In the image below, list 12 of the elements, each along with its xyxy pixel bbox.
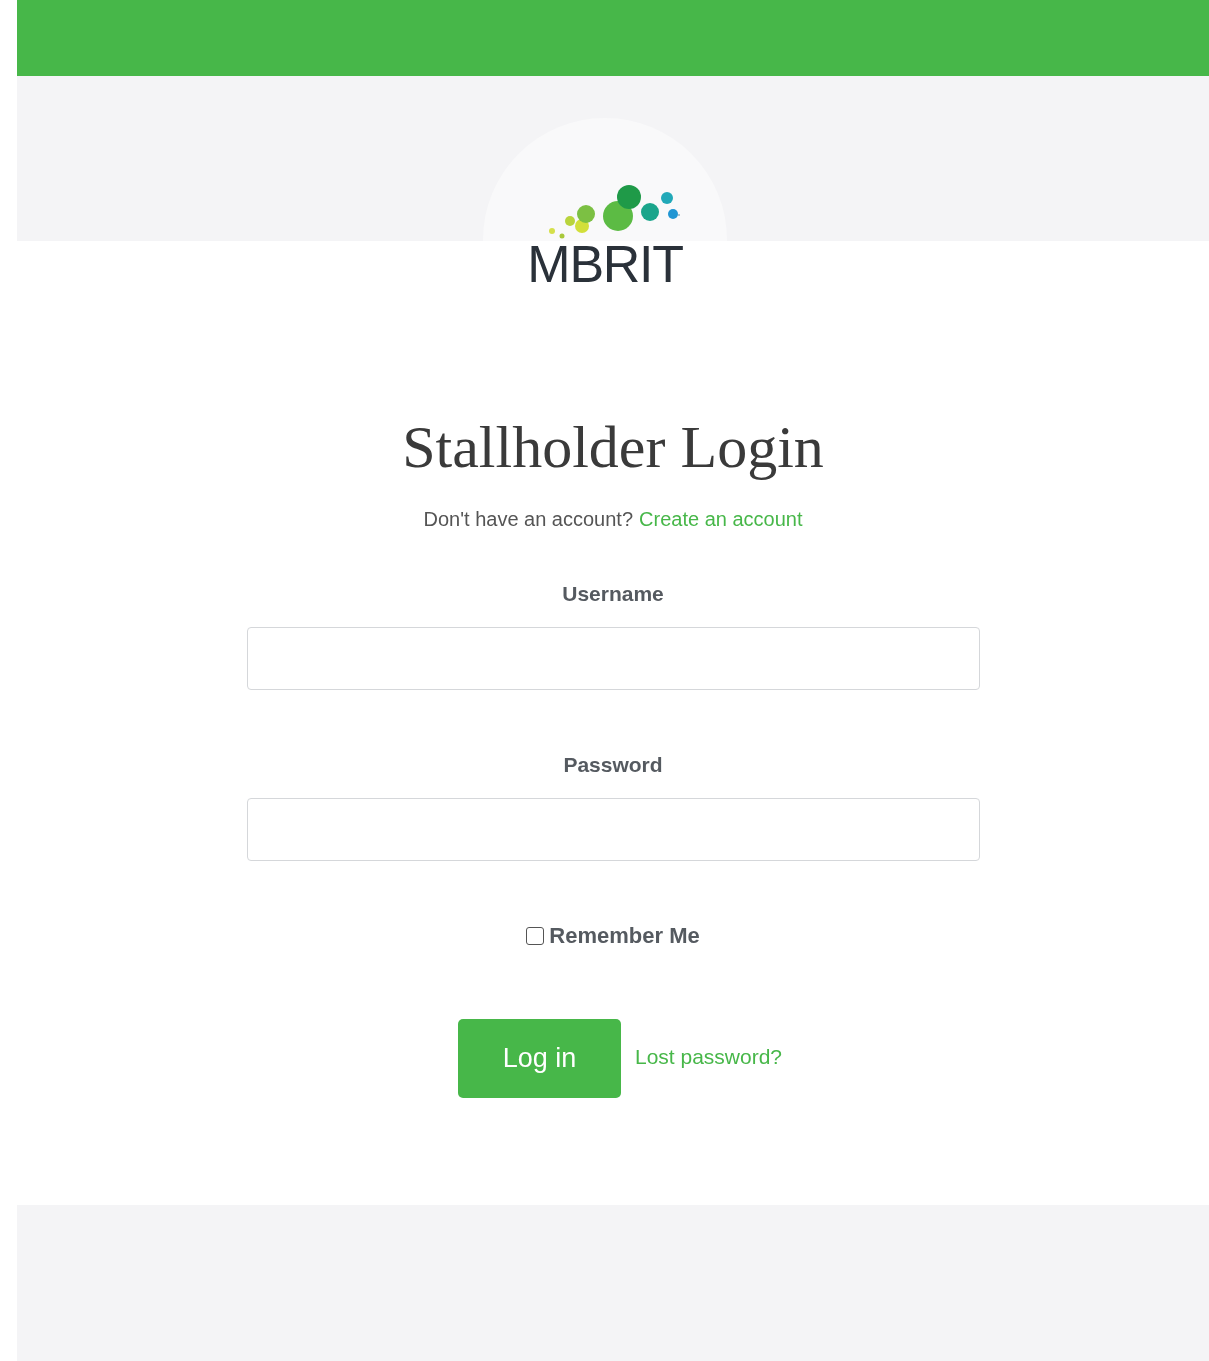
input-field[interactable] <box>246 627 980 690</box>
lost-password-link[interactable]: Lost password? <box>634 1040 783 1073</box>
create-account-link[interactable]: Create an account <box>639 505 803 533</box>
remember-checkbox[interactable] <box>526 927 545 945</box>
field-label: Password <box>563 752 663 778</box>
signup-prompt: Don't have an account? <box>423 507 634 532</box>
input-field[interactable] <box>246 798 980 861</box>
page-heading: Stallholder Login <box>402 413 824 482</box>
login-button[interactable]: Log in <box>457 1019 621 1098</box>
field-label: Username <box>562 581 664 607</box>
remember-label: Remember Me <box>549 922 700 950</box>
logo-wordmark: MBRIT <box>527 238 683 290</box>
